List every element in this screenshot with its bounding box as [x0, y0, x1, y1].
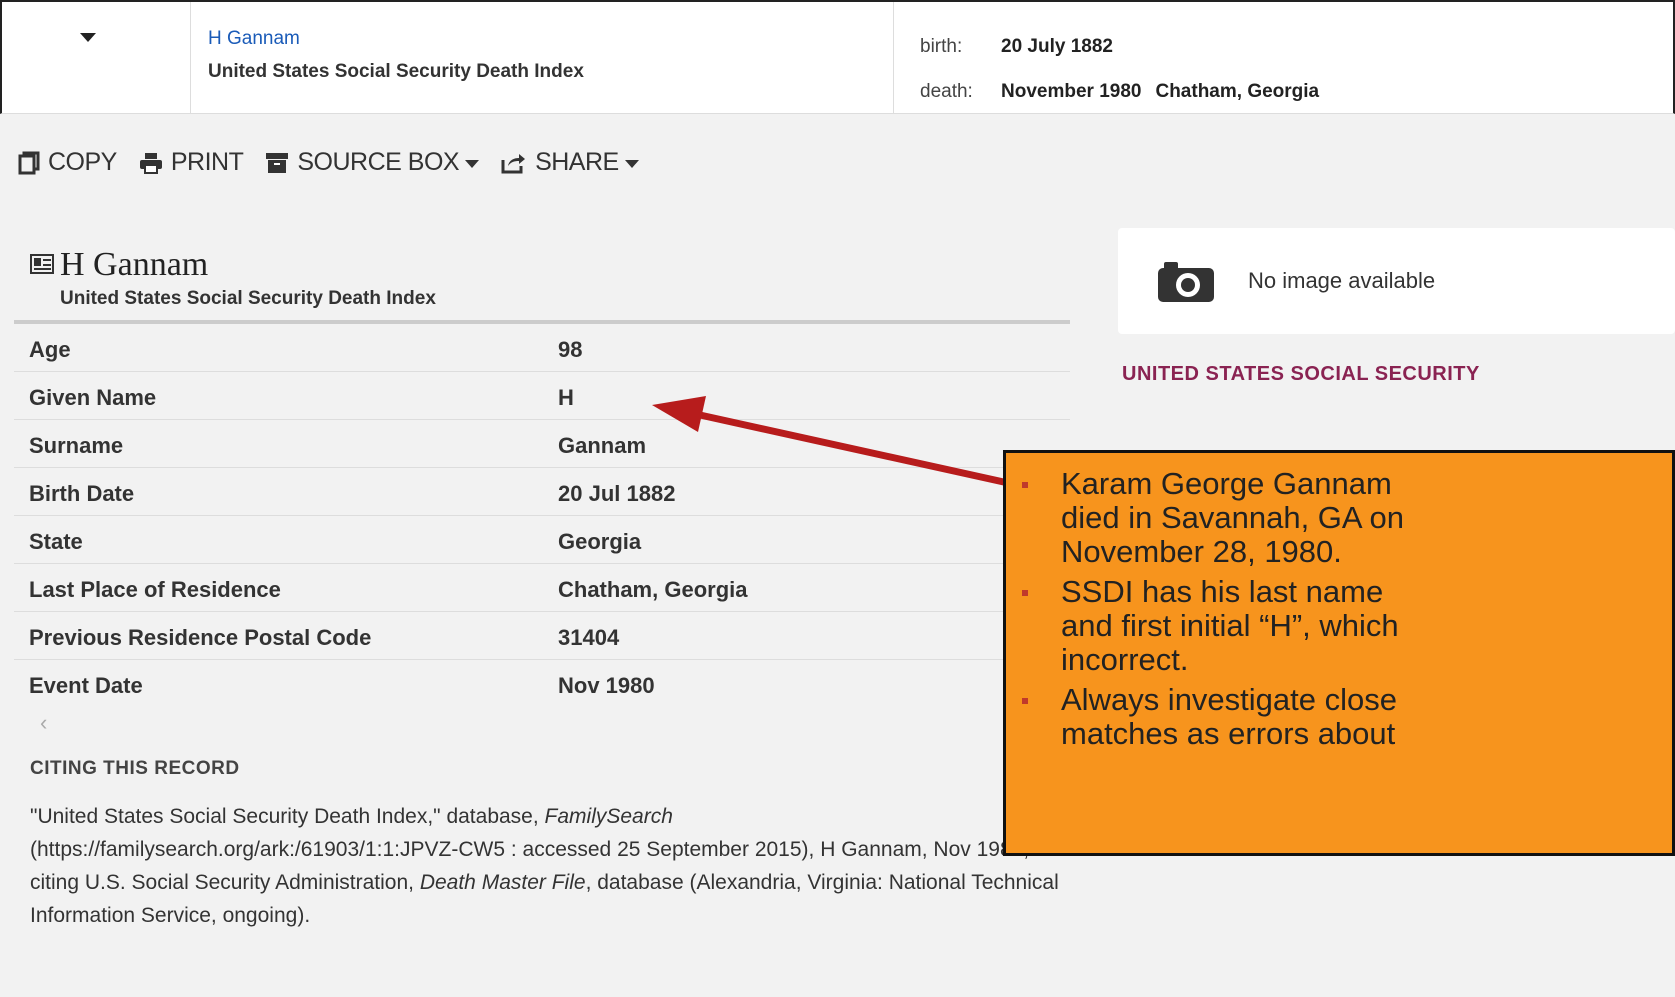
field-label: Surname — [29, 433, 124, 458]
scroll-left-icon[interactable]: ‹ — [40, 710, 47, 736]
citation-part: "United States Social Security Death Ind… — [30, 805, 545, 828]
bullet-icon — [1022, 590, 1028, 596]
share-button[interactable]: SHARE — [501, 148, 639, 177]
record-card-icon — [30, 254, 54, 274]
copy-button[interactable]: COPY — [18, 148, 117, 177]
annotation-callout: Karam George Gannam died in Savannah, GA… — [1003, 450, 1675, 856]
print-label: PRINT — [170, 148, 244, 176]
callout-item: Karam George Gannam died in Savannah, GA… — [1018, 466, 1672, 569]
field-value: Chatham, Georgia — [558, 577, 748, 602]
share-icon — [501, 153, 526, 173]
source-box-button[interactable]: SOURCE BOX — [265, 148, 480, 177]
birth-event: birth: 20 July 1882 — [920, 36, 1113, 58]
copy-icon — [18, 151, 40, 174]
callout-item: Always investigate close matches as erro… — [1018, 682, 1672, 751]
citation-death-master-file: Death Master File — [419, 871, 586, 894]
table-row: Surname Gannam — [14, 420, 1070, 468]
source-box-label: SOURCE BOX — [297, 148, 460, 176]
death-place: Chatham, Georgia — [1155, 81, 1320, 102]
citation-text: "United States Social Security Death Ind… — [30, 800, 1060, 932]
table-row: Event Date Nov 1980 — [14, 660, 1070, 707]
record-fields-table: Age 98 Given Name H Surname Gannam Birth… — [14, 324, 1070, 707]
callout-line: SSDI has his last name — [1061, 574, 1384, 609]
result-name-column: H Gannam United States Social Security D… — [208, 28, 584, 83]
table-row: Given Name H — [14, 372, 1070, 420]
birth-label: birth: — [920, 36, 963, 57]
record-collection: United States Social Security Death Inde… — [60, 288, 436, 309]
expand-toggle[interactable] — [2, 2, 191, 114]
caret-down-icon — [465, 160, 480, 168]
camera-icon — [1158, 262, 1214, 302]
table-row: State Georgia — [14, 516, 1070, 564]
citation-heading: CITING THIS RECORD — [30, 758, 240, 779]
death-value: November 1980 — [1001, 81, 1142, 102]
collection-link[interactable]: UNITED STATES SOCIAL SECURITY — [1122, 363, 1480, 386]
record-name: H Gannam — [60, 246, 209, 283]
field-label: Last Place of Residence — [29, 577, 281, 602]
field-value: H — [558, 385, 574, 410]
callout-line: Karam George Gannam — [1061, 466, 1392, 501]
callout-line: and first initial “H”, which — [1061, 608, 1399, 643]
callout-line: incorrect. — [1061, 642, 1189, 677]
table-row: Last Place of Residence Chatham, Georgia — [14, 564, 1070, 612]
callout-line: November 28, 1980. — [1061, 534, 1342, 569]
callout-line: matches as errors about — [1061, 716, 1396, 751]
table-row: Age 98 — [14, 324, 1070, 372]
field-value: Nov 1980 — [558, 673, 655, 698]
callout-item: SSDI has his last name and first initial… — [1018, 574, 1672, 677]
field-label: State — [29, 529, 83, 554]
record-title: H Gannam — [30, 246, 208, 284]
field-value: 98 — [558, 337, 583, 362]
result-events: birth: 20 July 1882 death: November 1980 Ch… — [893, 2, 1675, 114]
no-image-text: No image available — [1248, 268, 1436, 293]
callout-line: Always investigate close — [1061, 682, 1397, 717]
field-label: Event Date — [29, 673, 143, 698]
field-label: Age — [29, 337, 71, 362]
record-toolbar: COPY PRINT SOURCE BOX SHARE — [18, 148, 661, 177]
image-panel: No image available — [1118, 228, 1675, 334]
citation-familysearch: FamilySearch — [544, 805, 673, 828]
death-event: death: November 1980 Chatham, Georgia — [920, 81, 1319, 103]
print-button[interactable]: PRINT — [139, 148, 244, 177]
result-collection: United States Social Security Death Inde… — [208, 61, 584, 82]
table-row: Birth Date 20 Jul 1882 — [14, 468, 1070, 516]
field-label: Birth Date — [29, 481, 135, 506]
death-label: death: — [920, 81, 973, 102]
birth-value: 20 July 1882 — [1001, 36, 1113, 57]
callout-line: died in Savannah, GA on — [1061, 500, 1404, 535]
field-value: Georgia — [558, 529, 642, 554]
search-result-row[interactable]: H Gannam United States Social Security D… — [0, 0, 1675, 114]
copy-label: COPY — [48, 148, 117, 176]
field-value: Gannam — [558, 433, 647, 458]
share-label: SHARE — [535, 148, 619, 176]
bullet-icon — [1022, 482, 1028, 488]
archive-box-icon — [266, 152, 289, 173]
result-name-link[interactable]: H Gannam — [208, 28, 584, 50]
caret-down-icon[interactable] — [80, 33, 96, 42]
field-value: 31404 — [558, 625, 620, 650]
printer-icon — [139, 152, 162, 174]
bullet-icon — [1022, 698, 1028, 704]
field-value: 20 Jul 1882 — [558, 481, 676, 506]
table-row: Previous Residence Postal Code 31404 — [14, 612, 1070, 660]
field-label: Given Name — [29, 385, 157, 410]
caret-down-icon — [624, 160, 639, 168]
field-label: Previous Residence Postal Code — [29, 625, 372, 650]
